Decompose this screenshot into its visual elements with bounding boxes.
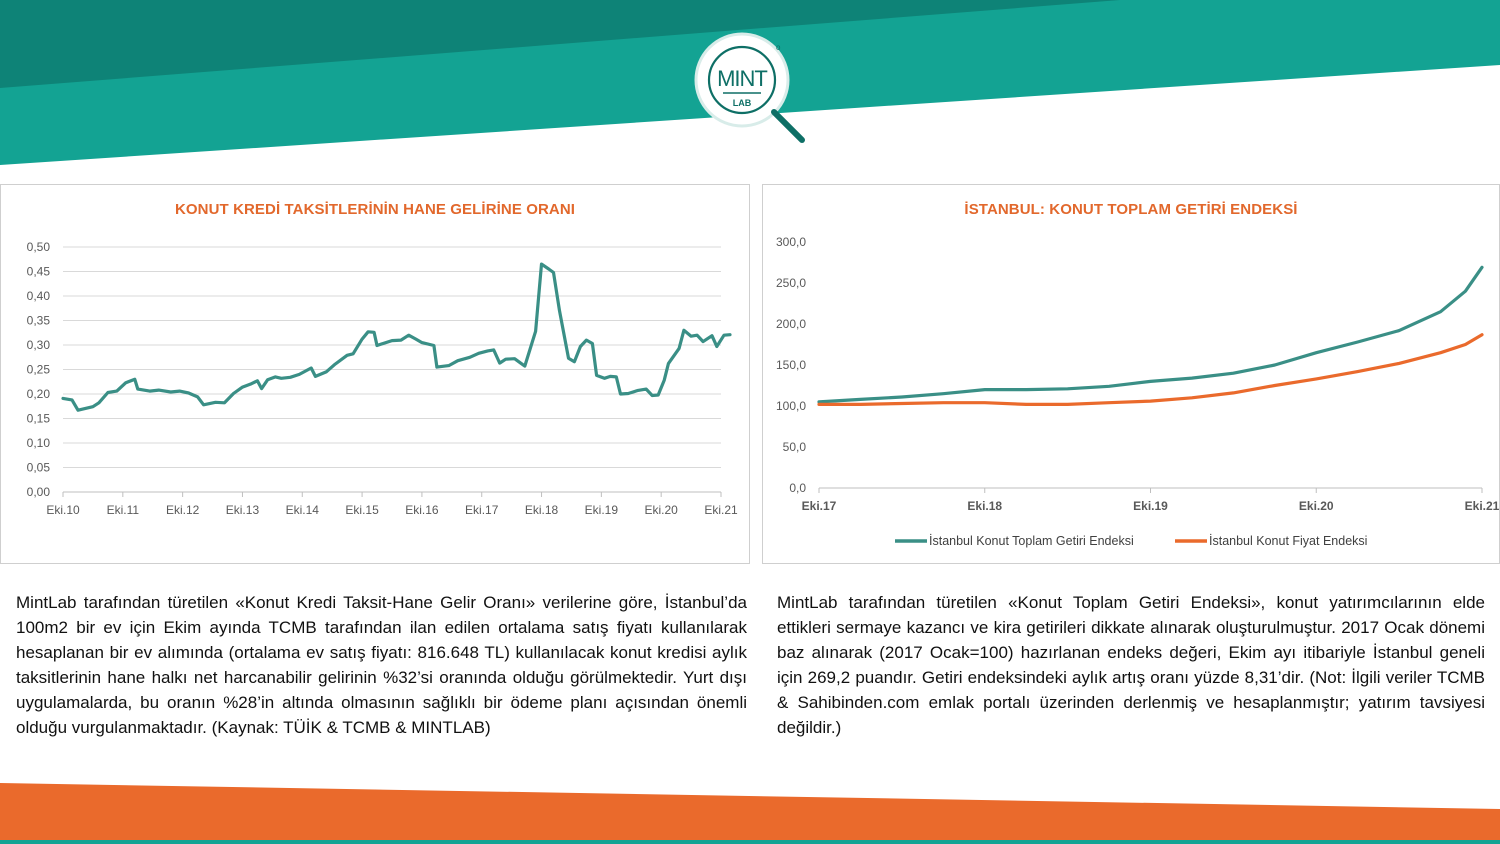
x-tick-label: Eki.14 bbox=[286, 503, 320, 517]
footer-band bbox=[0, 783, 1500, 844]
return-index-description: MintLab tarafından türetilen «Konut Topl… bbox=[777, 593, 1485, 737]
legend-label-0: İstanbul Konut Toplam Getiri Endeksi bbox=[929, 534, 1134, 548]
y-tick-label: 0,20 bbox=[27, 387, 51, 401]
x-tick-label: Eki.12 bbox=[166, 503, 200, 517]
y-tick-label: 150,0 bbox=[776, 358, 806, 372]
ratio-chart: 0,50 0,45 0,40 0,35 0,30 0,25 0,20 0,15 0,10 0,05… bbox=[27, 240, 738, 517]
logo-top-text: MINT bbox=[717, 66, 767, 91]
x-tick-label: Eki.17 bbox=[465, 503, 499, 517]
ratio-description: MintLab tarafından türetilen «Konut Kred… bbox=[16, 593, 747, 737]
y-tick-label: 100,0 bbox=[776, 399, 806, 413]
series-line-0 bbox=[61, 262, 732, 412]
x-tick-label: Eki.17 bbox=[802, 499, 837, 513]
y-tick-label: 0,40 bbox=[27, 289, 51, 303]
y-tick-label: 0,50 bbox=[27, 240, 51, 254]
y-tick-label: 200,0 bbox=[776, 317, 806, 331]
y-tick-label: 250,0 bbox=[776, 276, 806, 290]
x-tick-label: Eki.19 bbox=[585, 503, 619, 517]
footer-orange-band bbox=[0, 783, 1500, 844]
return-index-chart-panel: İSTANBUL: KONUT TOPLAM GETİRİ ENDEKSİ 30… bbox=[762, 184, 1500, 564]
y-tick-label: 0,10 bbox=[27, 436, 51, 450]
y-tick-label: 0,30 bbox=[27, 338, 51, 352]
y-tick-label: 0,25 bbox=[27, 363, 51, 377]
logo-bottom-text: LAB bbox=[733, 98, 752, 108]
y-tick-label: 0,0 bbox=[789, 481, 806, 495]
ratio-chart-panel: KONUT KREDİ TAKSİTLERİNİN HANE GELİRİNE … bbox=[0, 184, 750, 564]
x-tick-label: Eki.15 bbox=[345, 503, 379, 517]
magnifier-handle-icon bbox=[771, 109, 805, 143]
x-tick-label: Eki.13 bbox=[226, 503, 260, 517]
x-tick-label: Eki.10 bbox=[46, 503, 80, 517]
y-tick-label: 0,15 bbox=[27, 412, 51, 426]
y-tick-label: 0,00 bbox=[27, 485, 51, 499]
series-line-1 bbox=[817, 333, 1484, 406]
x-tick-label: Eki.16 bbox=[405, 503, 439, 517]
legend-label-1: İstanbul Konut Fiyat Endeksi bbox=[1209, 534, 1367, 548]
y-tick-label: 0,05 bbox=[27, 461, 51, 475]
x-tick-label: Eki.19 bbox=[1133, 499, 1168, 513]
x-tick-label: Eki.21 bbox=[704, 503, 738, 517]
logo-degree-mark: o bbox=[776, 43, 781, 52]
y-tick-label: 0,35 bbox=[27, 314, 51, 328]
x-tick-label: Eki.20 bbox=[645, 503, 679, 517]
y-tick-label: 0,45 bbox=[27, 265, 51, 279]
series-line-0 bbox=[817, 265, 1484, 404]
x-tick-label: Eki.21 bbox=[1465, 499, 1499, 513]
mintlab-logo: MINT LAB o bbox=[694, 32, 805, 143]
x-tick-label: Eki.18 bbox=[967, 499, 1002, 513]
x-tick-label: Eki.11 bbox=[107, 503, 140, 517]
y-tick-label: 300,0 bbox=[776, 235, 806, 249]
y-tick-label: 50,0 bbox=[783, 440, 807, 454]
x-tick-label: Eki.18 bbox=[525, 503, 559, 517]
return-index-chart: 300,0 250,0 200,0 150,0 100,0 50,0 0,0 Eki.17 Ek… bbox=[776, 235, 1499, 548]
x-tick-label: Eki.20 bbox=[1299, 499, 1334, 513]
footer-teal-strip bbox=[0, 840, 1500, 844]
